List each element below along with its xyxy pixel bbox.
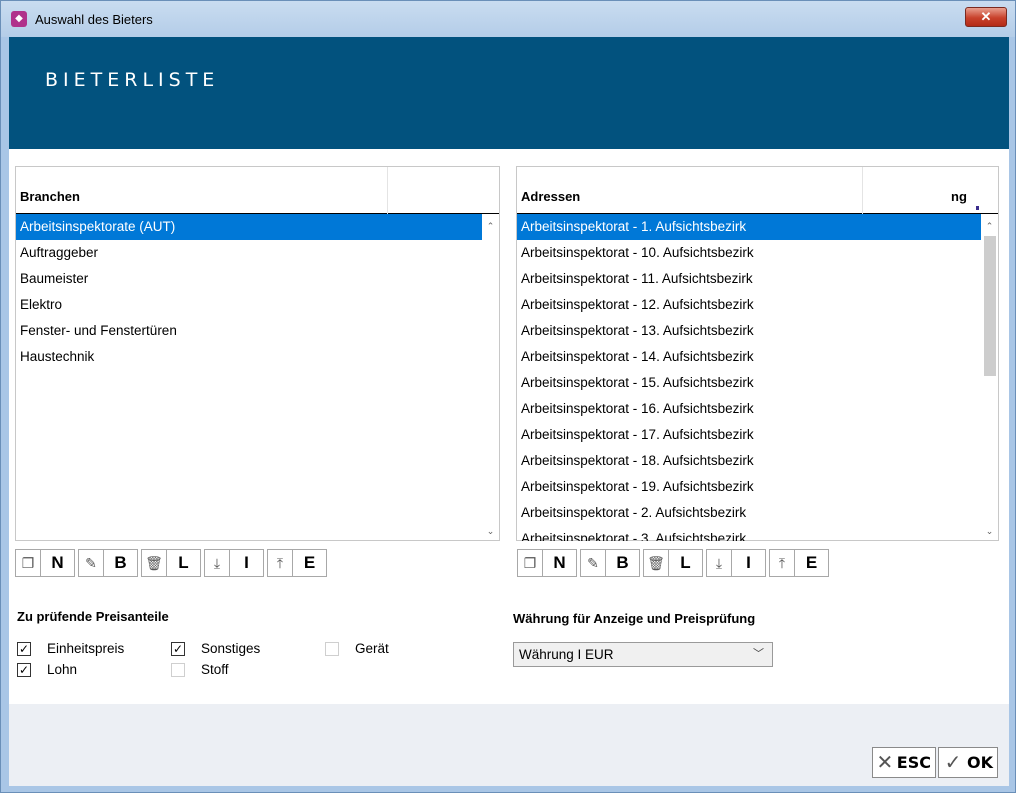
branchen-scrollbar[interactable]: ⌃ ⌄ bbox=[482, 214, 499, 540]
checkbox-label: Einheitspreis bbox=[47, 641, 125, 656]
adressen-scrollbar[interactable]: ⌃ ⌄ bbox=[981, 214, 998, 540]
import-button[interactable]: I bbox=[732, 549, 766, 577]
waehrung-select[interactable]: Währung I EUR ﹀ bbox=[513, 642, 773, 667]
ok-button[interactable]: ✓ OK bbox=[938, 747, 998, 778]
list-item[interactable]: Elektro bbox=[16, 292, 482, 318]
lohn-checkbox[interactable]: ✓ Lohn bbox=[17, 662, 77, 677]
delete-button[interactable]: L bbox=[669, 549, 703, 577]
checkbox-checked-icon[interactable]: ✓ bbox=[171, 641, 185, 656]
list-item[interactable]: Arbeitsinspektorat - 15. Aufsichtsbezirk bbox=[517, 370, 981, 396]
column-separator bbox=[862, 167, 863, 214]
select-value: Währung I EUR bbox=[519, 647, 614, 662]
export-button[interactable]: E bbox=[795, 549, 829, 577]
list-item[interactable]: Baumeister bbox=[16, 266, 482, 292]
scrollbar-thumb[interactable] bbox=[984, 236, 996, 376]
column-separator bbox=[387, 167, 388, 214]
checkbox-checked-icon[interactable]: ✓ bbox=[17, 641, 31, 656]
column-header-branchen[interactable]: Branchen bbox=[20, 189, 80, 204]
list-item[interactable]: Arbeitsinspektorat - 10. Aufsichtsbezirk bbox=[517, 240, 981, 266]
selected-row-cell[interactable] bbox=[949, 214, 981, 240]
waehrung-title: Währung für Anzeige und Preisprüfung bbox=[513, 611, 756, 626]
ok-label: OK bbox=[967, 753, 993, 772]
checkbox-checked-icon[interactable]: ✓ bbox=[17, 662, 31, 677]
list-item[interactable]: Arbeitsinspektorat - 19. Aufsichtsbezirk bbox=[517, 474, 981, 500]
header-banner: BIETERLISTE bbox=[9, 37, 1009, 149]
new-button[interactable]: N bbox=[543, 549, 577, 577]
pencil-icon[interactable]: ✎ bbox=[78, 549, 104, 577]
list-item[interactable]: Auftraggeber bbox=[16, 240, 482, 266]
checkmark-icon: ✓ bbox=[944, 752, 962, 774]
app-icon: ◆ bbox=[11, 11, 27, 27]
einheitspreis-checkbox[interactable]: ✓ Einheitspreis bbox=[17, 641, 124, 656]
window-title: Auswahl des Bieters bbox=[35, 12, 153, 27]
branchen-grid[interactable]: Branchen Arbeitsinspektorate (AUT) Auftra… bbox=[15, 166, 500, 541]
list-item[interactable]: Arbeitsinspektorat - 11. Aufsichtsbezirk bbox=[517, 266, 981, 292]
delete-button[interactable]: L bbox=[167, 549, 201, 577]
column-header-adressen[interactable]: Adressen bbox=[521, 189, 580, 204]
list-item[interactable]: Arbeitsinspektorat - 1. Aufsichtsbezirk bbox=[517, 214, 981, 240]
download-icon[interactable]: ⤓ bbox=[706, 549, 732, 577]
footer-area bbox=[9, 704, 1009, 786]
list-item[interactable]: Arbeitsinspektorat - 14. Aufsichtsbezirk bbox=[517, 344, 981, 370]
list-item[interactable]: Haustechnik bbox=[16, 344, 482, 370]
preisanteile-title: Zu prüfende Preisanteile bbox=[17, 609, 169, 624]
scroll-down-icon[interactable]: ⌄ bbox=[981, 523, 998, 540]
trash-icon[interactable]: 🗑 bbox=[141, 549, 167, 577]
stoff-checkbox[interactable]: Stoff bbox=[171, 662, 229, 677]
close-icon: ✕ bbox=[876, 752, 894, 774]
geraet-checkbox[interactable]: Gerät bbox=[325, 641, 389, 656]
adressen-grid[interactable]: Adressen ng Arbeitsinspektorat - 1. Aufs… bbox=[516, 166, 999, 541]
new-button[interactable]: N bbox=[41, 549, 75, 577]
scroll-down-icon[interactable]: ⌄ bbox=[482, 523, 499, 540]
adressen-toolbar: ❐ N ✎ B 🗑 L ⤓ I ⤒ E bbox=[517, 549, 832, 577]
esc-label: ESC bbox=[896, 753, 931, 772]
title-bar: ◆ Auswahl des Bieters ✕ bbox=[1, 1, 1015, 37]
esc-button[interactable]: ✕ ESC bbox=[872, 747, 936, 778]
checkbox-label: Stoff bbox=[201, 662, 229, 677]
trash-icon[interactable]: 🗑 bbox=[643, 549, 669, 577]
export-button[interactable]: E bbox=[293, 549, 327, 577]
list-item[interactable]: Arbeitsinspektorat - 18. Aufsichtsbezirk bbox=[517, 448, 981, 474]
checkbox-unchecked-icon[interactable] bbox=[325, 641, 339, 656]
scroll-up-icon[interactable]: ⌃ bbox=[981, 218, 998, 235]
list-item[interactable]: Arbeitsinspektorate (AUT) bbox=[16, 214, 482, 240]
edit-button[interactable]: B bbox=[606, 549, 640, 577]
list-item[interactable]: Fenster- und Fenstertüren bbox=[16, 318, 482, 344]
branchen-grid-header: Branchen bbox=[16, 167, 499, 214]
download-icon[interactable]: ⤓ bbox=[204, 549, 230, 577]
sonstiges-checkbox[interactable]: ✓ Sonstiges bbox=[171, 641, 260, 656]
list-item[interactable]: Arbeitsinspektorat - 2. Aufsichtsbezirk bbox=[517, 500, 981, 526]
adressen-grid-header: Adressen ng bbox=[517, 167, 998, 214]
list-item[interactable]: Arbeitsinspektorat - 13. Aufsichtsbezirk bbox=[517, 318, 981, 344]
chevron-down-icon[interactable]: ﹀ bbox=[753, 643, 764, 666]
pencil-icon[interactable]: ✎ bbox=[580, 549, 606, 577]
edit-button[interactable]: B bbox=[104, 549, 138, 577]
checkbox-label: Sonstiges bbox=[201, 641, 261, 656]
upload-icon[interactable]: ⤒ bbox=[769, 549, 795, 577]
checkbox-label: Gerät bbox=[355, 641, 389, 656]
new-document-icon[interactable]: ❐ bbox=[517, 549, 543, 577]
page-title: BIETERLISTE bbox=[45, 69, 220, 91]
scroll-up-icon[interactable]: ⌃ bbox=[482, 218, 499, 235]
column-resize-marker bbox=[976, 206, 979, 210]
list-item[interactable]: Arbeitsinspektorat - 16. Aufsichtsbezirk bbox=[517, 396, 981, 422]
checkbox-label: Lohn bbox=[47, 662, 78, 677]
close-button[interactable]: ✕ bbox=[965, 7, 1007, 27]
column-header-partial[interactable]: ng bbox=[951, 189, 967, 204]
checkbox-unchecked-icon[interactable] bbox=[171, 662, 185, 677]
new-document-icon[interactable]: ❐ bbox=[15, 549, 41, 577]
list-item[interactable]: Arbeitsinspektorat - 17. Aufsichtsbezirk bbox=[517, 422, 981, 448]
upload-icon[interactable]: ⤒ bbox=[267, 549, 293, 577]
branchen-toolbar: ❐ N ✎ B 🗑 L ⤓ I ⤒ E bbox=[15, 549, 330, 577]
list-item[interactable]: Arbeitsinspektorat - 12. Aufsichtsbezirk bbox=[517, 292, 981, 318]
import-button[interactable]: I bbox=[230, 549, 264, 577]
list-item[interactable]: Arbeitsinspektorat - 3. Aufsichtsbezirk bbox=[517, 526, 981, 541]
